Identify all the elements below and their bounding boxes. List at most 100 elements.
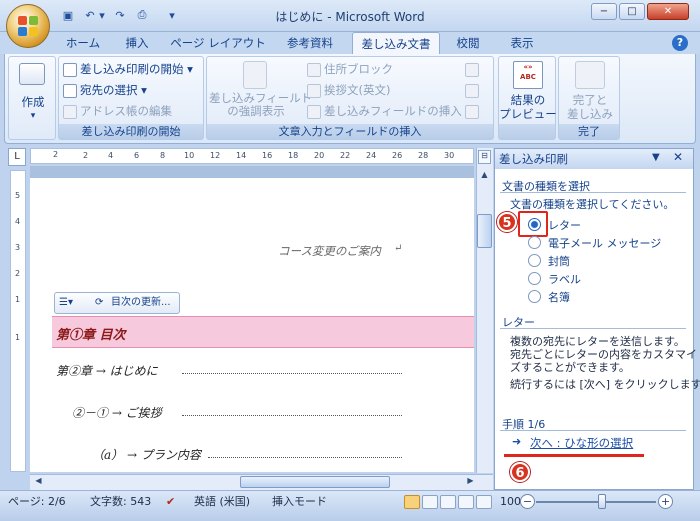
divider (500, 192, 686, 193)
group-finish: 完了と 差し込み 完了 (558, 56, 620, 140)
pane-close-icon[interactable]: ✕ (673, 150, 683, 164)
start-mail-merge-label: 差し込み印刷の開始 (80, 62, 184, 76)
letter-desc-3: ズすることができます。 (510, 361, 630, 374)
maximize-button[interactable]: □ (619, 3, 645, 20)
ruler-tick: 6 (134, 151, 140, 160)
option-labels-label[interactable]: ラベル (548, 271, 581, 287)
radio-directory[interactable] (528, 290, 541, 303)
insert-field-icon (307, 104, 321, 119)
group-label-preview (499, 124, 555, 139)
toc-menu-icon[interactable]: ☰▾ (59, 293, 73, 313)
radio-email[interactable] (528, 236, 541, 249)
task-pane-header: 差し込み印刷 (495, 149, 693, 169)
scroll-up-icon[interactable]: ▲ (478, 170, 491, 183)
mail-merge-icon (63, 62, 77, 77)
toc-leader (182, 373, 402, 374)
edit-list-icon (63, 104, 77, 119)
outline-view-icon[interactable] (458, 495, 474, 509)
next-arrow-icon[interactable]: ➜ (512, 435, 521, 448)
finish-merge-icon (575, 61, 605, 89)
tab-references[interactable]: 参考資料 (278, 32, 342, 54)
rules-icon[interactable] (465, 60, 479, 78)
vertical-scroll-thumb[interactable] (477, 214, 492, 248)
vertical-ruler[interactable]: 5 4 3 2 1 1 (10, 170, 26, 472)
zoom-slider-track[interactable] (536, 501, 656, 503)
paragraph-mark: ↵ (394, 243, 403, 254)
scroll-left-icon[interactable]: ◀ (32, 476, 45, 488)
address-block-button[interactable]: 住所ブロック (307, 60, 393, 78)
horizontal-scroll-thumb[interactable] (240, 476, 390, 488)
insert-merge-field-button[interactable]: 差し込みフィールドの挿入 ▾ (307, 102, 471, 120)
next-link-highlight (504, 454, 644, 457)
pane-options-icon[interactable]: ▼ (652, 152, 660, 163)
tab-view[interactable]: 表示 (502, 32, 542, 54)
finish-merge-button[interactable]: 完了と (559, 93, 621, 107)
highlight-fields-button[interactable]: 差し込みフィールド (209, 91, 312, 105)
ruler-tick: 2 (83, 151, 89, 160)
zoom-slider-thumb[interactable] (598, 494, 606, 509)
language-status[interactable]: 英語 (米国) (194, 494, 250, 510)
print-layout-view-icon[interactable] (404, 495, 420, 509)
ruler-tick: 12 (210, 151, 221, 160)
office-button[interactable] (6, 4, 50, 48)
next-step-link[interactable]: 次へ : ひな形の選択 (530, 435, 633, 451)
edit-recipient-list-button[interactable]: アドレス帳の編集 (63, 102, 172, 120)
web-layout-view-icon[interactable] (440, 495, 456, 509)
tab-review[interactable]: 校閲 (448, 32, 488, 54)
option-directory-label[interactable]: 名簿 (548, 289, 570, 305)
tab-selector[interactable]: L (8, 148, 26, 166)
zoom-out-icon[interactable]: − (520, 494, 535, 509)
ruler-tick: 30 (444, 151, 455, 160)
ruler-tick: 4 (108, 151, 114, 160)
toc-entry-3[interactable]: （a） → プラン内容 (92, 446, 201, 463)
draft-view-icon[interactable] (476, 495, 492, 509)
vertical-scrollbar[interactable] (476, 148, 493, 473)
update-labels-icon[interactable] (465, 102, 479, 120)
tab-insert[interactable]: 挿入 (116, 32, 158, 54)
option-email-label[interactable]: 電子メール メッセージ (548, 235, 661, 251)
zoom-in-icon[interactable]: + (658, 494, 673, 509)
ruler-tick: 14 (236, 151, 247, 160)
help-icon[interactable]: ? (672, 35, 688, 51)
close-button[interactable]: ✕ (647, 3, 689, 20)
insert-mode-status[interactable]: 挿入モード (272, 494, 327, 510)
group-label-finish: 完了 (559, 124, 619, 139)
select-recipients-button[interactable]: 宛先の選択 ▾ (63, 81, 147, 99)
scroll-right-icon[interactable]: ▶ (464, 476, 477, 488)
doc-type-prompt: 文書の種類を選択してください。 (510, 198, 675, 211)
insert-merge-field-label: 差し込みフィールドの挿入 (324, 104, 462, 118)
radio-labels[interactable] (528, 272, 541, 285)
match-fields-icon[interactable] (465, 81, 479, 99)
toc-leader (208, 457, 402, 458)
ruler-tick: 24 (366, 151, 377, 160)
toc-content-control-bar[interactable]: ☰▾ ⟳ 目次の更新... (54, 292, 180, 314)
greeting-line-button[interactable]: 挨拶文(英文) (307, 81, 390, 99)
minimize-button[interactable]: − (591, 3, 617, 20)
preview-results-icon: «» ABC (513, 61, 543, 89)
word-count[interactable]: 文字数: 543 (90, 494, 151, 510)
recipients-icon (63, 83, 77, 98)
radio-letter[interactable] (528, 218, 541, 231)
toc-entry-2[interactable]: ②－① → ご挨拶 (72, 404, 162, 421)
option-envelope-label[interactable]: 封筒 (548, 253, 570, 269)
group-start-mail-merge: 差し込み印刷の開始 ▾ 宛先の選択 ▾ アドレス帳の編集 差し込み印刷の開始 (58, 56, 204, 140)
tab-mailings[interactable]: 差し込み文書 (352, 32, 440, 54)
proofing-icon[interactable]: ✔ (166, 494, 175, 510)
step-badge-6: 6 (510, 462, 530, 482)
start-mail-merge-button[interactable]: 差し込み印刷の開始 ▾ (63, 60, 193, 78)
tab-page-layout[interactable]: ページ レイアウト (166, 32, 270, 54)
preview-results-button[interactable]: 結果の (499, 93, 557, 107)
ruler-toggle-icon[interactable]: ⊟ (478, 150, 491, 164)
page-count[interactable]: ページ: 2/6 (8, 494, 66, 510)
greeting-line-icon (307, 83, 321, 98)
chevron-down-icon: ▾ (30, 111, 36, 121)
full-screen-view-icon[interactable] (422, 495, 438, 509)
option-letter-label[interactable]: レター (548, 217, 581, 233)
horizontal-ruler[interactable]: 2 2 4 6 8 10 12 14 16 18 20 22 24 26 28 … (30, 148, 474, 164)
update-toc-button[interactable]: 目次の更新... (111, 293, 171, 313)
task-pane-title: 差し込み印刷 (499, 152, 568, 166)
highlight-fields-label: の強調表示 (227, 104, 285, 118)
toc-entry-1[interactable]: 第②章 → はじめに (56, 362, 158, 379)
tab-home[interactable]: ホーム (58, 32, 108, 54)
radio-envelope[interactable] (528, 254, 541, 267)
